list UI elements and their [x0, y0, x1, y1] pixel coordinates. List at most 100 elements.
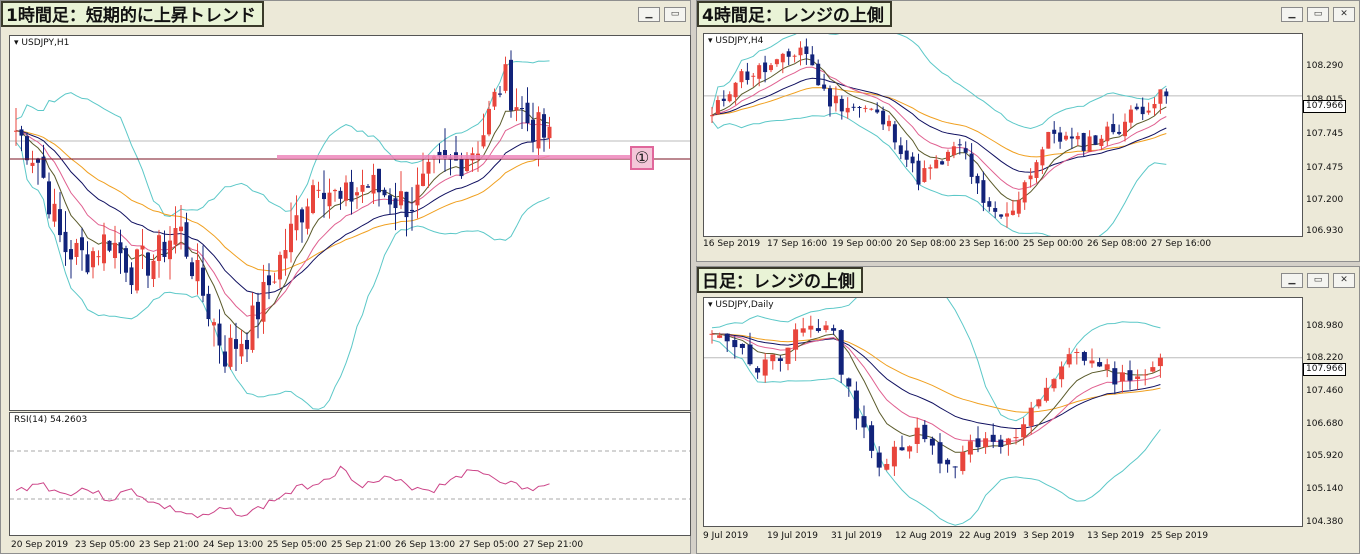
candle-body	[393, 198, 398, 209]
candle-body	[300, 209, 304, 223]
candle-body	[525, 102, 530, 124]
h1-titlebar[interactable]: 1時間足：短期的に上昇トレンド ▁ ▭	[1, 1, 690, 27]
candle-body	[371, 174, 376, 194]
candle-body	[542, 114, 546, 138]
candle-body	[721, 98, 726, 101]
h4-x-tick: 23 Sep 16:00	[959, 239, 1020, 249]
ma-orange-line	[15, 130, 550, 272]
candle-body	[360, 184, 365, 192]
minimize-button[interactable]: ▁	[1281, 7, 1303, 22]
candle-body	[786, 51, 791, 57]
minimize-icon: ▁	[645, 9, 653, 19]
candle-body	[999, 214, 1004, 217]
h4-x-tick: 16 Sep 2019	[703, 239, 761, 249]
candle-body	[322, 192, 326, 200]
candle-body	[1093, 135, 1098, 145]
candle-body	[283, 250, 288, 259]
bollinger-lower-line	[711, 339, 1161, 526]
candle-body	[52, 203, 57, 222]
candle-body	[861, 416, 867, 428]
candle-body	[739, 343, 745, 348]
candle-body	[151, 260, 156, 280]
candle-body	[1066, 354, 1072, 365]
candle-body	[922, 424, 928, 440]
restore-icon: ▭	[1313, 275, 1323, 285]
candle-body	[1005, 438, 1011, 445]
candle-body	[1119, 372, 1125, 382]
candle-body	[206, 293, 211, 320]
h1-caption: 1時間足：短期的に上昇トレンド	[1, 1, 264, 27]
h4-chart-window[interactable]: 4時間足：レンジの上側 ▁ ▭ ✕ ▾ USDJPY,H4 108.290 10…	[696, 0, 1360, 262]
candle-body	[710, 115, 714, 117]
daily-chart-window[interactable]: 日足：レンジの上側 ▁ ▭ ✕ ▾ USDJPY,Daily 108.980 1…	[696, 266, 1360, 554]
daily-titlebar[interactable]: 日足：レンジの上側 ▁ ▭ ✕	[697, 267, 1359, 293]
candle-body	[25, 136, 29, 161]
h1-x-tick: 24 Sep 13:00	[203, 540, 264, 550]
candle-body	[250, 305, 255, 350]
candle-body	[822, 84, 827, 89]
candle-body	[1128, 109, 1133, 123]
h4-x-tick: 25 Sep 00:00	[1023, 239, 1084, 249]
minimize-button[interactable]: ▁	[1281, 273, 1303, 288]
candle-body	[1152, 103, 1157, 109]
h4-symbol-text: USDJPY,H4	[715, 36, 764, 46]
h4-x-tick: 17 Sep 16:00	[767, 239, 828, 249]
h4-caption: 4時間足：レンジの上側	[697, 1, 892, 27]
h4-price-svg	[704, 34, 1302, 236]
candle-body	[951, 146, 956, 156]
candle-body	[857, 107, 862, 109]
daily-price-chart[interactable]: ▾ USDJPY,Daily	[703, 297, 1303, 527]
candle-body	[1099, 138, 1104, 147]
candle-body	[113, 242, 117, 259]
candle-body	[547, 126, 552, 139]
daily-x-tick: 3 Sep 2019	[1023, 531, 1075, 541]
h1-chart-window[interactable]: 1時間足：短期的に上昇トレンド ▁ ▭ ▾ USDJPY,H1 ① RSI(14…	[0, 0, 691, 554]
candle-body	[514, 107, 519, 111]
candle-body	[724, 333, 730, 342]
h1-rsi-panel[interactable]: RSI(14) 54.2603	[9, 412, 691, 536]
candle-body	[793, 329, 799, 350]
candle-body	[531, 119, 535, 142]
candle-body	[975, 175, 980, 184]
candle-body	[63, 231, 68, 253]
candle-body	[981, 180, 986, 203]
candle-body	[1028, 407, 1034, 426]
candle-body	[85, 254, 90, 273]
candle-body	[987, 201, 992, 207]
h1-x-tick: 25 Sep 21:00	[331, 540, 392, 550]
close-button[interactable]: ✕	[1333, 273, 1355, 288]
candle-body	[1164, 91, 1169, 97]
h4-titlebar[interactable]: 4時間足：レンジの上側 ▁ ▭ ✕	[697, 1, 1359, 27]
candle-body	[157, 235, 161, 261]
h4-price-chart[interactable]: ▾ USDJPY,H4	[703, 33, 1303, 237]
restore-button[interactable]: ▭	[664, 7, 686, 22]
h1-x-axis: 20 Sep 2019 23 Sep 05:00 23 Sep 21:00 24…	[9, 540, 691, 554]
candle-body	[47, 181, 51, 215]
candle-body	[937, 442, 943, 464]
candle-body	[239, 343, 244, 357]
close-icon: ✕	[1340, 275, 1348, 285]
minimize-icon: ▁	[1288, 275, 1296, 285]
h4-y-tick: 106.930	[1306, 226, 1344, 236]
candle-body	[195, 260, 200, 282]
candle-body	[102, 234, 106, 264]
ma-navy-line	[711, 333, 1161, 430]
candle-body	[876, 452, 882, 468]
candle-body	[520, 108, 524, 110]
candle-body	[1074, 351, 1080, 353]
minimize-button[interactable]: ▁	[638, 7, 660, 22]
ma-olive-line	[711, 333, 1161, 453]
restore-button[interactable]: ▭	[1307, 273, 1329, 288]
daily-caption: 日足：レンジの上側	[697, 267, 863, 293]
restore-button[interactable]: ▭	[1307, 7, 1329, 22]
candle-body	[1157, 357, 1163, 367]
h4-x-axis: 16 Sep 2019 17 Sep 16:00 19 Sep 00:00 20…	[703, 239, 1303, 253]
h1-price-chart[interactable]: ▾ USDJPY,H1	[9, 35, 691, 411]
candle-body	[770, 354, 776, 362]
close-button[interactable]: ✕	[1333, 7, 1355, 22]
candle-body	[135, 249, 139, 291]
candle-body	[838, 330, 844, 375]
candle-body	[1075, 135, 1080, 140]
candle-body	[810, 54, 815, 66]
h4-y-tick: 107.200	[1306, 195, 1344, 205]
